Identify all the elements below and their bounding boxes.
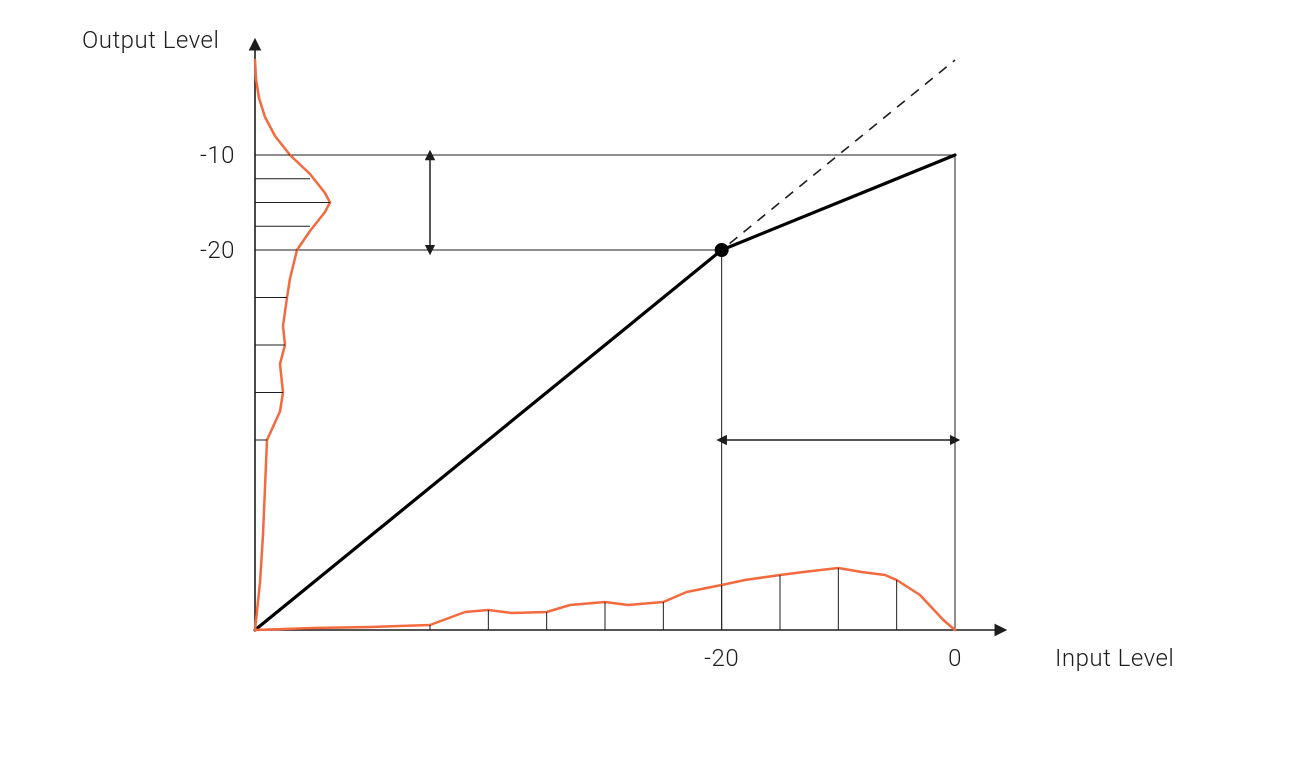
x-tick-label: -20 <box>704 644 739 672</box>
y-tick-label: -20 <box>200 236 235 264</box>
y-tick-label: -10 <box>200 141 235 169</box>
compressor-transfer-diagram: -20 0 -10 -20 Output Level Input Level <box>0 0 1302 761</box>
knee-point <box>715 243 729 257</box>
y-axis-label: Output Level <box>82 26 219 54</box>
compression-curve <box>255 155 955 630</box>
x-tick-label: 0 <box>948 644 962 672</box>
x-axis-label: Input Level <box>1055 644 1174 672</box>
